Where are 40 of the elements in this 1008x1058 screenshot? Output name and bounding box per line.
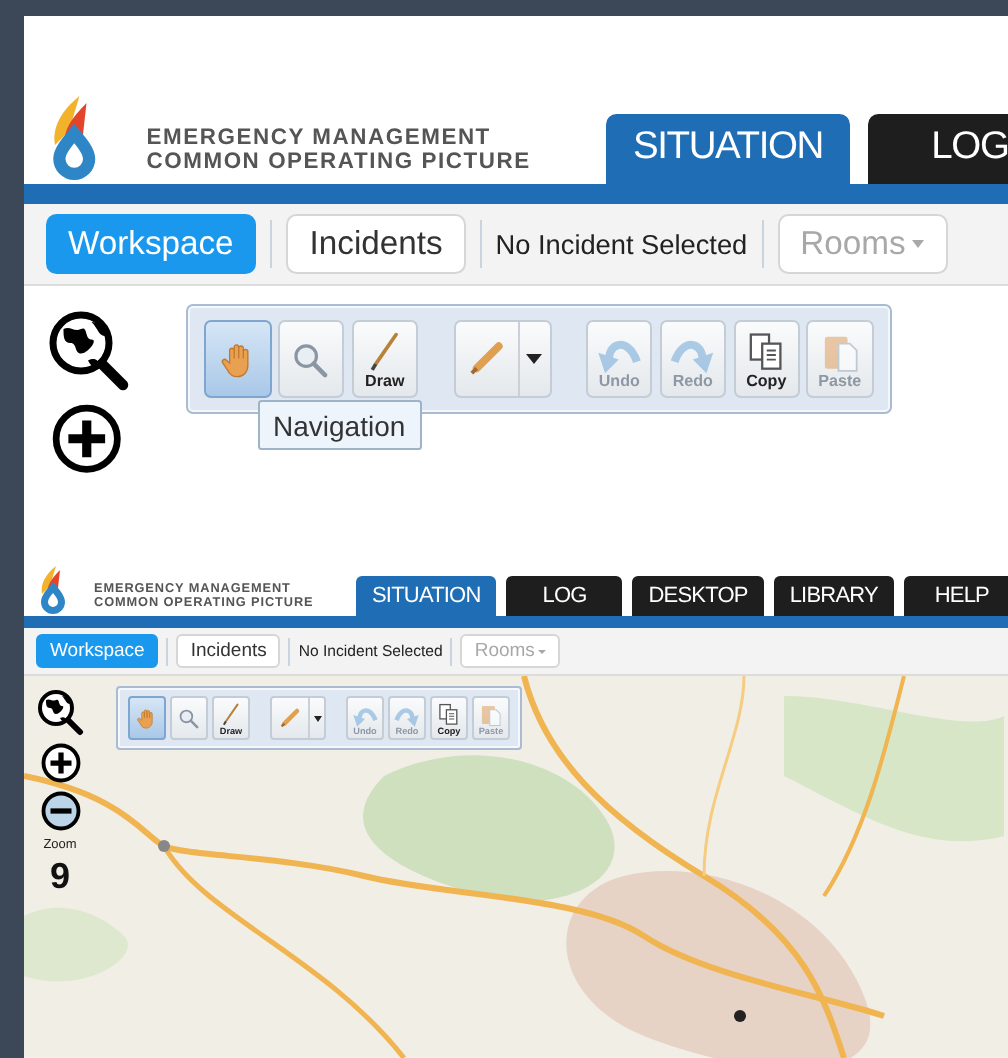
tab[interactable]: SITUATION [605,113,851,183]
copy-documents-icon [436,701,462,728]
zoom-in-icon[interactable] [39,742,81,784]
magnifier-icon [176,706,202,732]
zoom-level: 9 [49,858,70,894]
tab[interactable]: LOG [868,113,1008,183]
zoom-out-icon[interactable] [39,790,81,832]
hand-tool-button[interactable] [128,696,166,740]
tab[interactable]: SITUATION [356,576,497,616]
caret-icon [912,240,925,249]
clipboard-icon [478,701,504,728]
zoom-in-icon[interactable] [50,402,124,476]
tab[interactable]: DESKTOP [632,576,764,616]
logo-icon [48,95,101,180]
pencil-icon [218,701,244,728]
caret-icon [526,353,543,364]
copy-tool-button[interactable]: Copy [733,320,800,397]
pencil-icon [275,704,303,732]
caret-icon [313,715,321,721]
tab[interactable]: HELP [903,576,1008,616]
draw-tool-button[interactable]: Draw [351,320,418,397]
caret-icon [538,649,547,653]
logo-text: EMERGENCY MANAGEMENT [146,128,493,152]
hand-tool-button[interactable] [204,320,271,397]
tab[interactable]: LIBRARY [773,576,894,616]
incidents-button[interactable]: Incidents [176,634,281,668]
magnifier-tool-button[interactable] [170,696,208,740]
logo-icon [38,566,68,614]
logo-text: COMMON OPERATING PICTURE [146,151,531,175]
magnifier-tool-button[interactable] [278,320,345,397]
tab[interactable]: LOG [506,576,623,616]
workspace-button[interactable]: Workspace [36,634,159,668]
globe-search-icon[interactable] [45,307,129,392]
workspace-button[interactable]: Workspace [45,214,257,274]
tooltip: Navigation [257,400,422,451]
pencil-menu-tool-button[interactable] [270,696,326,740]
globe-search-icon[interactable] [36,688,84,736]
pencil-menu-tool-button[interactable] [453,320,551,397]
incident-status-text: No Incident Selected [495,229,748,260]
incidents-button[interactable]: Incidents [286,214,466,274]
